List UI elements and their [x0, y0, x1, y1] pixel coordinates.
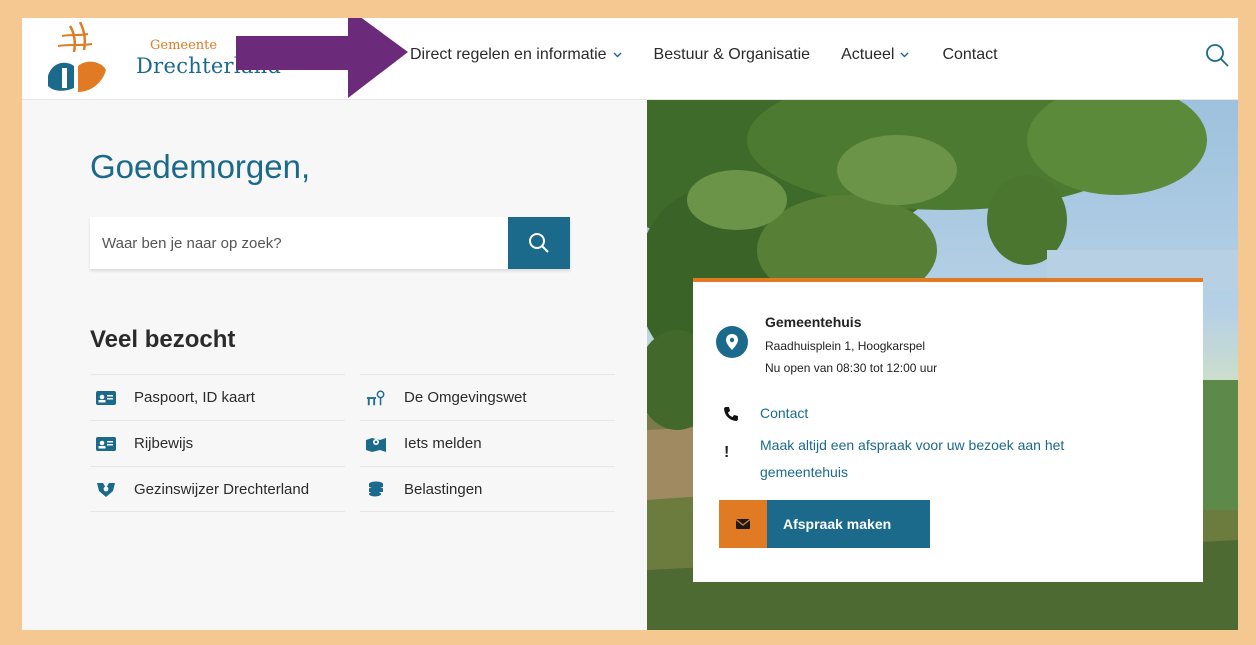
appointment-button[interactable]: Afspraak maken	[719, 500, 930, 548]
link-omgevingswet[interactable]: De Omgevingswet	[360, 374, 615, 420]
nav-direct-regelen[interactable]: Direct regelen en informatie	[410, 46, 622, 64]
main-navigation: Direct regelen en informatie Bestuur & O…	[410, 46, 998, 64]
nav-label: Direct regelen en informatie	[410, 46, 607, 63]
nav-label: Bestuur & Organisatie	[653, 46, 811, 63]
nav-contact[interactable]: Contact	[942, 46, 997, 64]
link-belastingen[interactable]: Belastingen	[360, 466, 615, 512]
search-input[interactable]	[90, 217, 508, 269]
link-label: Rijbewijs	[134, 435, 194, 452]
location-pin-icon	[716, 326, 748, 358]
link-label: De Omgevingswet	[404, 389, 527, 406]
card-title: Gemeentehuis	[765, 314, 862, 330]
card-address: Raadhuisplein 1, Hoogkarspel	[765, 339, 926, 353]
greeting-heading: Goedemorgen,	[90, 148, 311, 185]
link-paspoort[interactable]: Paspoort, ID kaart	[90, 374, 345, 420]
link-label: Belastingen	[404, 480, 483, 498]
annotation-arrow	[236, 18, 408, 98]
chevron-down-icon	[613, 52, 622, 58]
search-icon	[529, 233, 549, 253]
environment-icon	[366, 389, 386, 406]
site-header: Gemeente Drechterland Direct regelen en …	[22, 18, 1238, 100]
logo-text-small: Gemeente	[150, 38, 218, 53]
chevron-down-icon	[900, 52, 909, 58]
id-card-icon	[96, 390, 116, 406]
search-form	[90, 217, 570, 269]
card-hours: Nu open van 08:30 tot 12:00 uur	[765, 361, 938, 375]
license-icon	[96, 436, 116, 452]
link-label: Iets melden	[404, 435, 482, 452]
link-gezinswijzer[interactable]: Gezinswijzer Drechterland	[90, 466, 345, 512]
nav-label: Actueel	[841, 46, 895, 63]
link-label: Gezinswijzer Drechterland	[134, 480, 310, 498]
nav-bestuur[interactable]: Bestuur & Organisatie	[654, 46, 811, 64]
nav-label: Contact	[942, 46, 998, 63]
link-iets-melden[interactable]: Iets melden	[360, 420, 615, 466]
envelope-icon	[719, 500, 767, 548]
map-report-icon	[366, 436, 386, 452]
link-label: Paspoort, ID kaart	[134, 389, 255, 406]
search-icon[interactable]	[1204, 42, 1230, 68]
phone-icon	[724, 407, 738, 421]
search-button[interactable]	[508, 217, 570, 269]
page-frame: Gemeente Drechterland Direct regelen en …	[22, 18, 1238, 630]
exclamation-icon: !	[724, 444, 730, 461]
contact-link[interactable]: Contact	[760, 405, 808, 421]
link-rijbewijs[interactable]: Rijbewijs	[90, 420, 345, 466]
popular-heading: Veel bezocht	[90, 326, 236, 353]
appointment-button-label: Afspraak maken	[767, 500, 930, 548]
municipality-logo[interactable]	[44, 22, 110, 96]
family-icon	[96, 481, 116, 497]
appointment-notice-link[interactable]: Maak altijd een afspraak voor uw bezoek …	[760, 432, 1120, 486]
town-hall-card: Gemeentehuis Raadhuisplein 1, Hoogkarspe…	[693, 278, 1203, 582]
coins-icon	[366, 481, 386, 497]
nav-actueel[interactable]: Actueel	[841, 46, 909, 64]
